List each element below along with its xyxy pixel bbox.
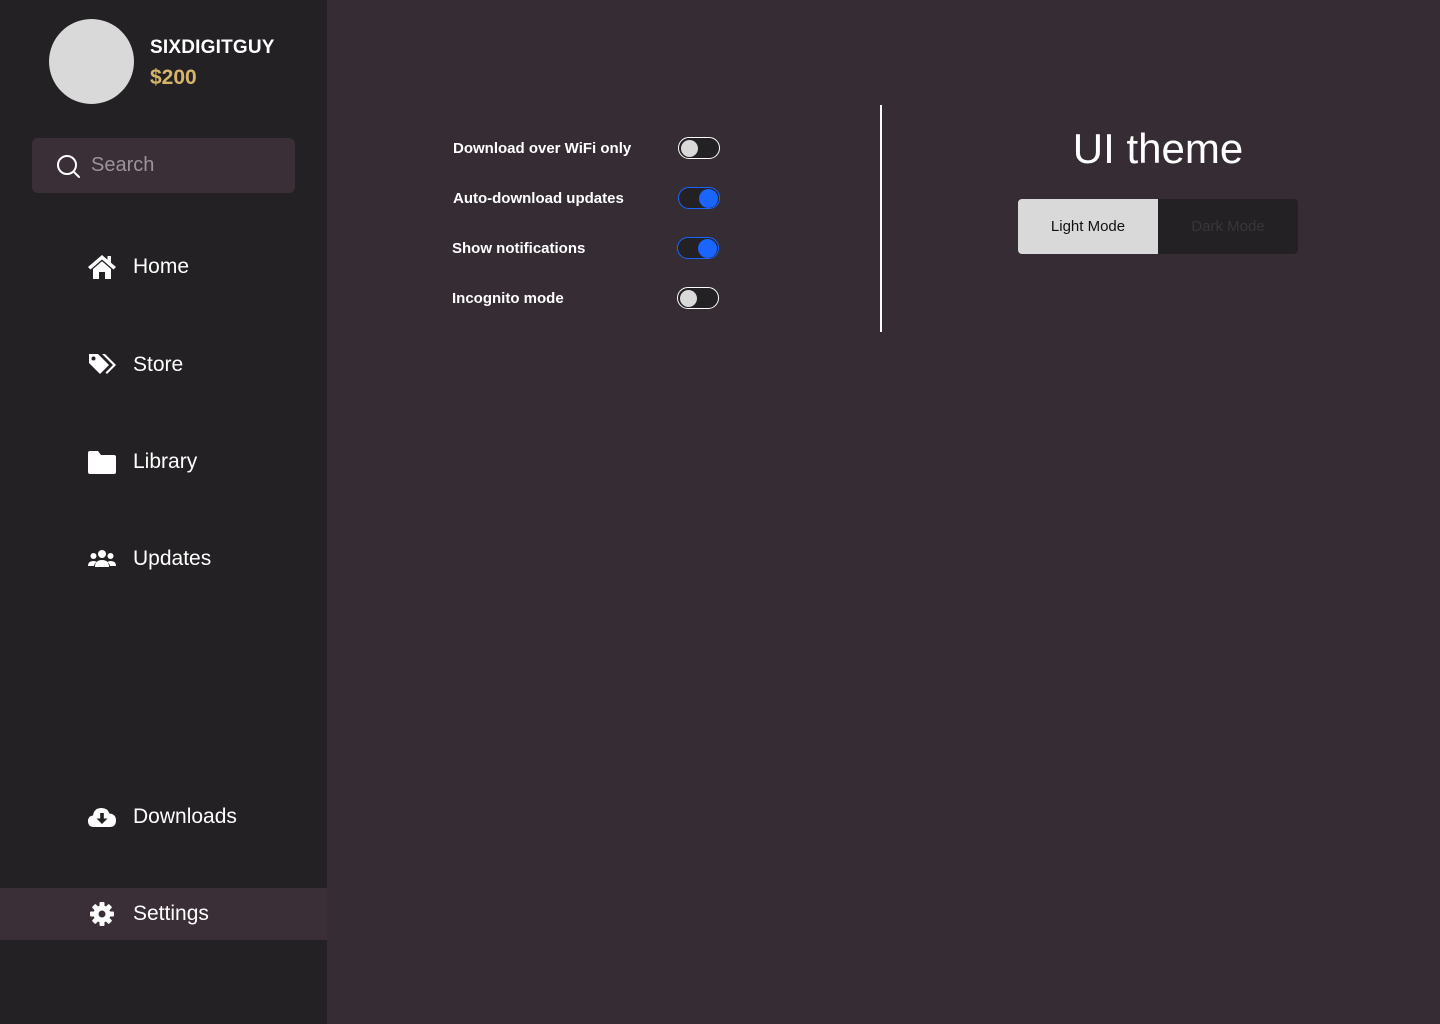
- setting-auto-download: Auto-download updates: [453, 187, 723, 211]
- search-icon: [57, 155, 80, 178]
- toggle-knob: [680, 139, 698, 157]
- setting-notifications: Show notifications: [452, 237, 722, 261]
- sidebar-item-store[interactable]: Store: [0, 339, 327, 391]
- light-mode-button[interactable]: Light Mode: [1018, 199, 1158, 254]
- tags-icon: [89, 354, 116, 374]
- balance: $200: [150, 66, 197, 89]
- cloud-download-icon: [88, 808, 116, 827]
- sidebar-item-home[interactable]: Home: [0, 241, 327, 293]
- setting-incognito: Incognito mode: [452, 287, 722, 311]
- sidebar-item-label: Library: [133, 450, 198, 473]
- search-box[interactable]: [32, 138, 295, 193]
- search-input[interactable]: [91, 138, 281, 193]
- toggle-knob: [679, 289, 697, 307]
- theme-title: UI theme: [1072, 125, 1244, 172]
- sidebar: SIXDIGITGUY $200 Home Store: [0, 0, 327, 1024]
- setting-label: Incognito mode: [452, 290, 564, 307]
- incognito-toggle[interactable]: [677, 287, 719, 309]
- setting-label: Download over WiFi only: [453, 140, 632, 157]
- toggle-knob: [698, 238, 717, 258]
- notifications-toggle[interactable]: [677, 237, 719, 259]
- setting-wifi-only: Download over WiFi only: [453, 137, 723, 161]
- toggle-knob: [699, 188, 718, 208]
- dark-mode-button[interactable]: Dark Mode: [1158, 199, 1298, 254]
- users-icon: [88, 550, 116, 567]
- theme-selector: Light Mode Dark Mode: [1018, 199, 1298, 254]
- app-window: SIXDIGITGUY $200 Home Store: [0, 0, 1440, 1024]
- gear-icon: [90, 902, 114, 926]
- avatar[interactable]: [49, 19, 134, 104]
- sidebar-item-settings[interactable]: Settings: [0, 888, 327, 940]
- auto-download-toggle[interactable]: [678, 187, 720, 209]
- sidebar-item-label: Home: [133, 255, 190, 278]
- setting-label: Show notifications: [452, 240, 586, 257]
- home-icon: [88, 255, 116, 279]
- folder-icon: [88, 451, 116, 474]
- vertical-divider: [880, 105, 882, 332]
- sidebar-item-downloads[interactable]: Downloads: [0, 791, 327, 843]
- sidebar-item-label: Settings: [133, 902, 209, 925]
- sidebar-item-label: Downloads: [133, 805, 237, 828]
- sidebar-item-library[interactable]: Library: [0, 436, 327, 488]
- sidebar-item-label: Store: [133, 353, 184, 376]
- setting-label: Auto-download updates: [453, 190, 624, 207]
- wifi-only-toggle[interactable]: [678, 137, 720, 159]
- sidebar-item-updates[interactable]: Updates: [0, 533, 327, 585]
- sidebar-item-label: Updates: [133, 547, 212, 570]
- username: SIXDIGITGUY: [150, 37, 275, 58]
